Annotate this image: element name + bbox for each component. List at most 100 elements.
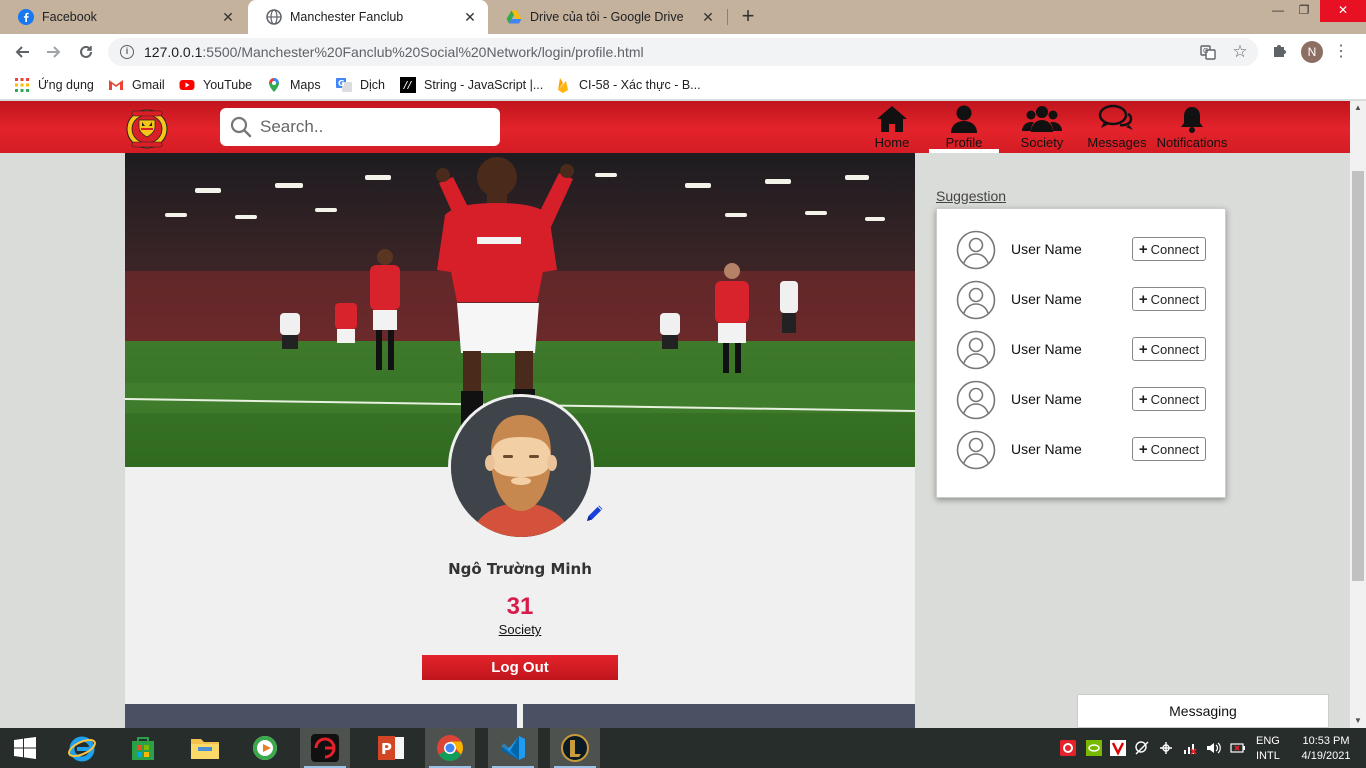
tab-close-icon[interactable]: ✕ — [462, 9, 478, 26]
tab-separator — [727, 9, 728, 25]
connect-button[interactable]: + Connect — [1132, 237, 1206, 261]
tray-app-icon[interactable] — [1158, 740, 1174, 756]
clock-time: 10:53 PM — [1302, 735, 1350, 747]
suggestion-title[interactable]: Suggestion — [936, 188, 1006, 204]
url-text: 127.0.0.1:5500/Manchester%20Fanclub%20So… — [144, 44, 644, 60]
scroll-up-icon[interactable]: ▲ — [1350, 101, 1366, 115]
suggested-user-name[interactable]: User Name — [1011, 241, 1082, 257]
url-host: 127.0.0.1 — [144, 44, 203, 60]
connect-button[interactable]: + Connect — [1132, 337, 1206, 361]
suggested-user-name[interactable]: User Name — [1011, 341, 1082, 357]
antivirus-tray-icon[interactable] — [1110, 740, 1126, 756]
profile-name: Ngô Trường Minh — [448, 560, 592, 578]
search-input[interactable] — [260, 117, 480, 137]
youtube-icon — [179, 80, 195, 90]
reload-icon[interactable] — [74, 40, 98, 64]
tab-title: Drive của tôi - Google Drive — [530, 10, 684, 24]
nvidia-tray-icon[interactable] — [1086, 740, 1102, 756]
messaging-panel-toggle[interactable]: Messaging — [1077, 694, 1329, 728]
volume-icon[interactable] — [1206, 740, 1222, 756]
forward-arrow-icon[interactable] — [42, 40, 66, 64]
maximize-icon[interactable]: ❐ — [1289, 0, 1319, 22]
vscode-icon[interactable] — [488, 728, 538, 768]
garena-tray-icon[interactable] — [1060, 740, 1076, 756]
input-language-indicator[interactable]: ENG INTL — [1256, 734, 1280, 764]
connect-label: Connect — [1150, 341, 1200, 357]
tab-manchester-fanclub[interactable]: Manchester Fanclub ✕ — [248, 0, 488, 34]
new-tab-icon[interactable]: + — [736, 4, 760, 28]
chrome-icon[interactable] — [425, 728, 475, 768]
plus-icon: + — [1138, 340, 1148, 358]
user-avatar-icon — [956, 330, 996, 370]
windows-start-icon[interactable] — [0, 728, 50, 768]
browser-profile-avatar[interactable]: N — [1301, 41, 1323, 63]
translate-icon: G — [336, 78, 352, 92]
league-of-legends-icon[interactable] — [550, 728, 600, 768]
site-info-icon[interactable]: i — [120, 45, 134, 59]
nav-society[interactable]: Society — [1016, 104, 1068, 153]
suggested-user-name[interactable]: User Name — [1011, 291, 1082, 307]
suggested-user-name[interactable]: User Name — [1011, 441, 1082, 457]
taskbar-clock[interactable]: 10:53 PM 4/19/2021 — [1296, 734, 1356, 764]
bookmarks-bar: Ứng dụng Gmail YouTube Maps G Dịch Strin… — [0, 70, 1366, 100]
nav-profile[interactable]: Profile — [929, 104, 999, 153]
users-icon — [1022, 106, 1062, 132]
bookmark-youtube[interactable]: YouTube — [179, 76, 252, 94]
tab-close-icon[interactable]: ✕ — [220, 9, 236, 26]
bookmark-apps[interactable]: Ứng dụng — [14, 76, 94, 94]
address-bar[interactable]: i 127.0.0.1:5500/Manchester%20Fanclub%20… — [108, 38, 1258, 66]
page-viewport: Home Profile Society Messages Notificati… — [0, 101, 1350, 728]
google-drive-icon — [506, 10, 522, 24]
bookmark-translate[interactable]: G Dịch — [336, 76, 385, 94]
bookmark-firebase[interactable]: CI-58 - Xác thực - B... — [555, 76, 701, 94]
connect-button[interactable]: + Connect — [1132, 287, 1206, 311]
nav-home[interactable]: Home — [871, 104, 913, 153]
bookmark-gmail[interactable]: Gmail — [108, 76, 165, 94]
microsoft-store-icon[interactable] — [118, 728, 168, 768]
suggested-user-name[interactable]: User Name — [1011, 391, 1082, 407]
window-close-icon[interactable]: ✕ — [1320, 0, 1366, 22]
wifi-disconnected-icon[interactable] — [1182, 740, 1198, 756]
browser-menu-icon[interactable]: ⋮ — [1333, 40, 1349, 64]
network-status-icon[interactable] — [1134, 740, 1150, 756]
plus-icon: + — [1138, 240, 1148, 258]
logout-button[interactable]: Log Out — [422, 655, 618, 680]
svg-text:G: G — [1203, 47, 1208, 55]
tab-google-drive[interactable]: Drive của tôi - Google Drive ✕ — [488, 0, 726, 34]
mdn-icon — [400, 77, 416, 93]
file-explorer-icon[interactable] — [180, 728, 230, 768]
tab-close-icon[interactable]: ✕ — [700, 9, 716, 26]
nav-label: Profile — [945, 135, 983, 150]
tab-facebook[interactable]: Facebook ✕ — [0, 0, 246, 34]
windows-taskbar: P ENG INTL 10:53 PM 4/19/2021 — [0, 728, 1366, 768]
manchester-united-crest-icon[interactable] — [126, 109, 168, 149]
connect-label: Connect — [1150, 391, 1200, 407]
edit-pencil-icon[interactable] — [584, 502, 606, 524]
nav-messages[interactable]: Messages — [1085, 104, 1149, 153]
post-panel-left — [125, 704, 517, 728]
internet-explorer-icon[interactable] — [57, 728, 107, 768]
coc-coc-browser-icon[interactable] — [240, 728, 290, 768]
page-scrollbar[interactable]: ▲ ▼ — [1350, 101, 1366, 728]
connect-button[interactable]: + Connect — [1132, 387, 1206, 411]
site-search-box[interactable] — [220, 108, 500, 146]
bookmark-star-icon[interactable]: ☆ — [1232, 43, 1248, 60]
bell-icon — [1181, 107, 1203, 133]
battery-warning-icon[interactable] — [1230, 740, 1246, 756]
nav-notifications[interactable]: Notifications — [1154, 104, 1230, 153]
svg-text:G: G — [338, 79, 345, 88]
extensions-puzzle-icon[interactable] — [1270, 43, 1288, 61]
scroll-down-icon[interactable]: ▼ — [1350, 714, 1366, 728]
translate-page-icon[interactable]: G — [1200, 44, 1216, 60]
garena-icon[interactable] — [300, 728, 350, 768]
society-link[interactable]: Society — [125, 622, 915, 637]
bookmark-maps[interactable]: Maps — [266, 76, 321, 94]
profile-main: Ngô Trường Minh 31 Society Log Out — [125, 153, 915, 728]
connect-label: Connect — [1150, 291, 1200, 307]
bookmark-mdn-string[interactable]: String - JavaScript |... — [400, 76, 543, 94]
powerpoint-icon[interactable]: P — [366, 728, 416, 768]
back-arrow-icon[interactable] — [10, 40, 34, 64]
connect-button[interactable]: + Connect — [1132, 437, 1206, 461]
avatar-illustration — [451, 397, 591, 537]
scrollbar-thumb[interactable] — [1352, 171, 1364, 581]
